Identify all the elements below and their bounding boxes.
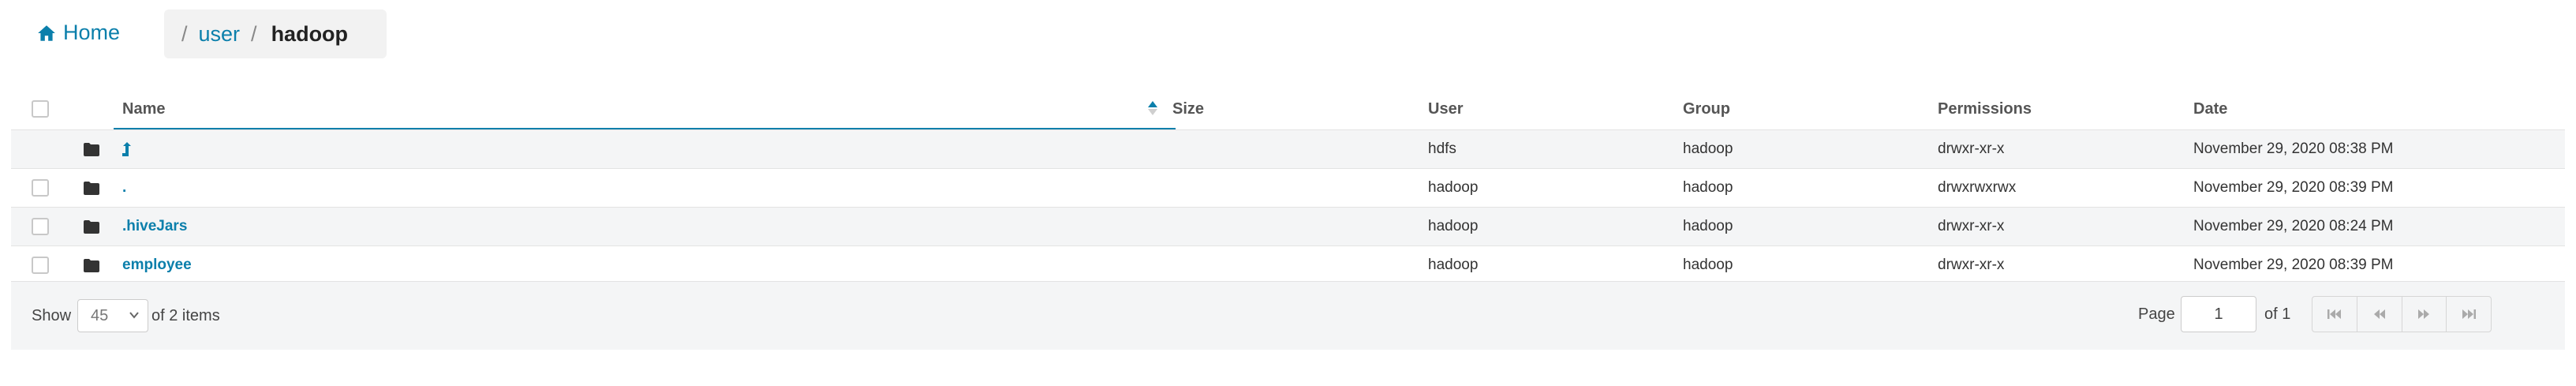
table-row[interactable]: . hadoop hadoop drwxrwxrwx November 29, …	[11, 168, 2565, 207]
select-all-checkbox[interactable]	[32, 100, 49, 118]
column-header-date[interactable]: Date	[2193, 88, 2227, 129]
page-label: Page	[2138, 305, 2175, 323]
cell-user: hadoop	[1428, 257, 1479, 273]
home-label: Home	[63, 21, 121, 44]
cell-group: hadoop	[1683, 218, 1733, 234]
breadcrumb-separator: /	[181, 21, 188, 46]
file-name-link[interactable]: employee	[122, 246, 192, 284]
first-page-icon	[2327, 309, 2341, 319]
row-checkbox[interactable]	[32, 218, 49, 235]
prev-page-icon	[2373, 309, 2385, 319]
table-row-parent[interactable]: hdfs hadoop drwxr-xr-x November 29, 2020…	[11, 129, 2565, 168]
of-pages-label: of 1	[2264, 305, 2291, 323]
show-label: Show	[32, 307, 72, 324]
breadcrumb-item-current: hadoop	[271, 21, 349, 46]
table-row[interactable]: .hiveJars hadoop hadoop drwxr-xr-x Novem…	[11, 207, 2565, 245]
cell-permissions: drwxrwxrwx	[1938, 179, 2017, 196]
table-header: Name Size User Group Permissions Date	[11, 88, 2565, 129]
folder-icon	[84, 219, 99, 234]
cell-user: hadoop	[1428, 179, 1479, 196]
cell-date: November 29, 2020 08:39 PM	[2193, 257, 2394, 273]
row-checkbox[interactable]	[32, 257, 49, 274]
file-table: Name Size User Group Permissions Date hd…	[11, 88, 2565, 284]
row-checkbox[interactable]	[32, 179, 49, 197]
page-number-input[interactable]	[2181, 296, 2256, 332]
breadcrumb: / user / hadoop	[164, 9, 387, 58]
cell-date: November 29, 2020 08:24 PM	[2193, 218, 2394, 234]
prev-page-button[interactable]	[2357, 297, 2402, 332]
page-size-value: 45	[91, 306, 109, 324]
column-header-permissions[interactable]: Permissions	[1938, 88, 2032, 129]
chevron-down-icon	[129, 312, 139, 319]
cell-date: November 29, 2020 08:38 PM	[2193, 141, 2394, 157]
last-page-button[interactable]	[2447, 297, 2491, 332]
folder-icon	[84, 181, 99, 195]
cell-permissions: drwxr-xr-x	[1938, 218, 2005, 234]
sort-asc-icon[interactable]	[1147, 99, 1158, 117]
up-arrow-icon	[122, 142, 131, 156]
pagination-footer: Show 45 of 2 items Page of 1	[11, 281, 2565, 350]
cell-group: hadoop	[1683, 257, 1733, 273]
cell-permissions: drwxr-xr-x	[1938, 141, 2005, 157]
column-header-group[interactable]: Group	[1683, 88, 1730, 129]
cell-group: hadoop	[1683, 179, 1733, 196]
pager-buttons	[2312, 296, 2492, 332]
file-name-link[interactable]: .	[122, 169, 126, 207]
file-name-link[interactable]: .hiveJars	[122, 208, 187, 245]
cell-date: November 29, 2020 08:39 PM	[2193, 179, 2394, 196]
folder-icon	[84, 258, 99, 272]
home-icon	[38, 24, 55, 41]
column-header-name[interactable]: Name	[122, 88, 165, 129]
column-header-size[interactable]: Size	[1172, 88, 1204, 129]
next-page-icon	[2418, 309, 2430, 319]
cell-permissions: drwxr-xr-x	[1938, 257, 2005, 273]
items-count-label: of 2 items	[151, 307, 220, 324]
folder-icon	[84, 142, 99, 156]
column-header-user[interactable]: User	[1428, 88, 1463, 129]
table-row[interactable]: employee hadoop hadoop drwxr-xr-x Novemb…	[11, 245, 2565, 284]
first-page-button[interactable]	[2312, 297, 2357, 332]
cell-group: hadoop	[1683, 141, 1733, 157]
last-page-icon	[2462, 309, 2477, 319]
top-bar: Home / user / hadoop	[0, 0, 2576, 71]
breadcrumb-separator: /	[251, 21, 257, 46]
cell-user: hdfs	[1428, 141, 1456, 157]
breadcrumb-item-user[interactable]: user	[199, 22, 241, 47]
home-link[interactable]: Home	[36, 21, 120, 45]
parent-directory-link[interactable]	[122, 130, 132, 168]
page-size-select[interactable]: 45	[77, 299, 148, 332]
next-page-button[interactable]	[2402, 297, 2447, 332]
cell-user: hadoop	[1428, 218, 1479, 234]
